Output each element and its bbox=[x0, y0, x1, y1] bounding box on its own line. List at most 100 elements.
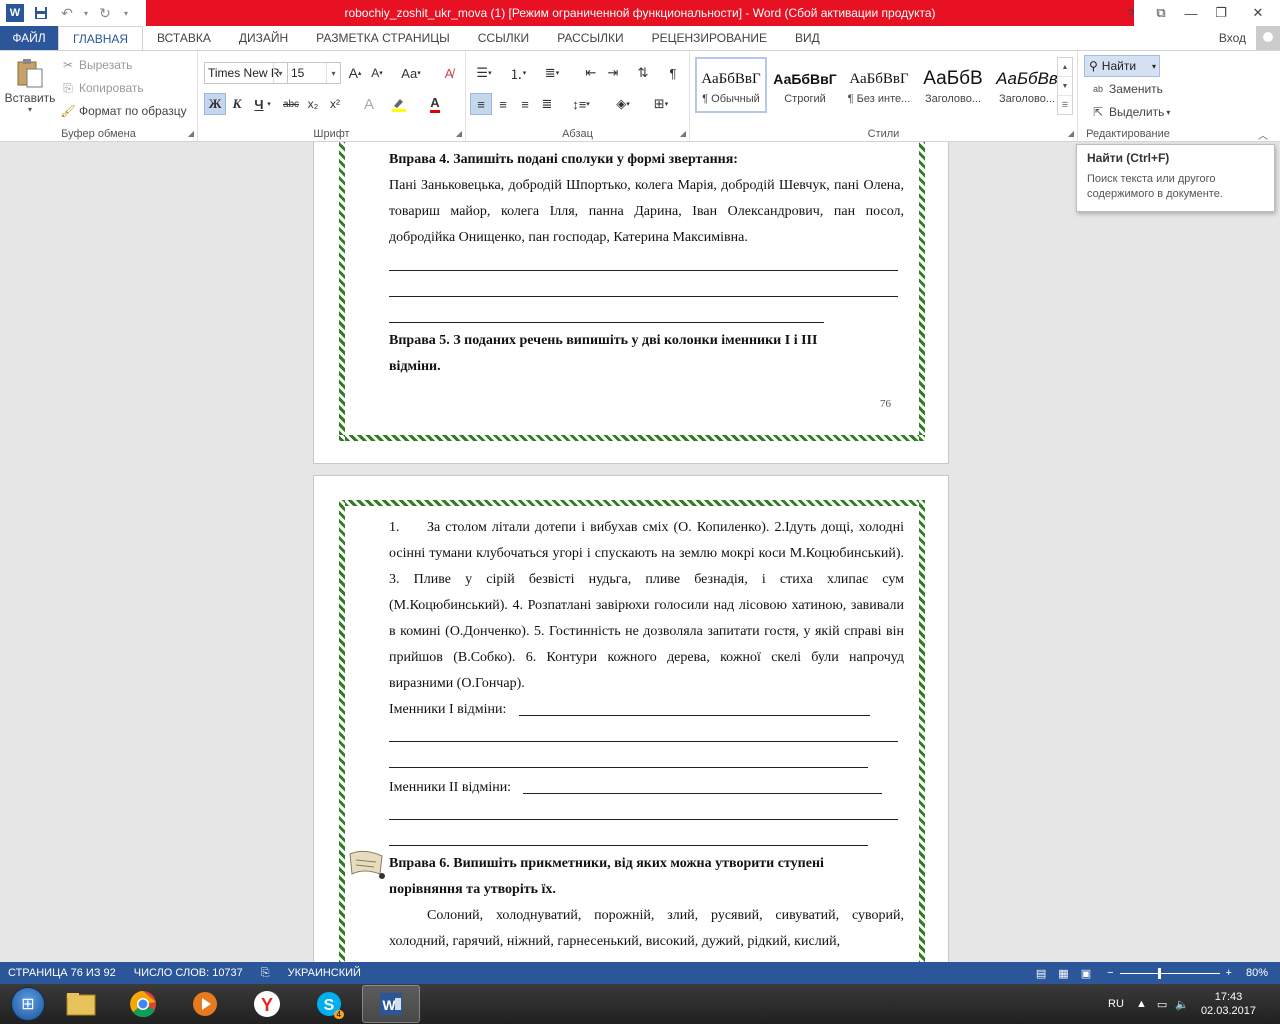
clock[interactable]: 17:43 02.03.2017 bbox=[1201, 990, 1256, 1018]
collapse-ribbon-icon[interactable]: ︿ bbox=[1258, 127, 1268, 142]
input-language[interactable]: RU bbox=[1108, 998, 1124, 1010]
answer-line[interactable] bbox=[389, 767, 868, 768]
subscript-button[interactable]: x₂ bbox=[302, 93, 324, 115]
highlight-icon[interactable] bbox=[388, 93, 410, 115]
tab-references[interactable]: ССЫЛКИ bbox=[464, 26, 543, 50]
answer-line[interactable] bbox=[389, 819, 898, 820]
tray-expand-icon[interactable]: ▲ bbox=[1136, 998, 1147, 1010]
page-count[interactable]: СТРАНИЦА 76 ИЗ 92 bbox=[8, 967, 116, 979]
save-icon[interactable] bbox=[28, 0, 54, 26]
font-name-combo[interactable]: Times New R ▾ bbox=[204, 62, 288, 84]
skype-taskbar-button[interactable]: S 4 bbox=[300, 985, 358, 1023]
align-left-icon[interactable]: ≡ bbox=[470, 93, 492, 115]
help-icon[interactable]: ? bbox=[1116, 0, 1146, 26]
format-painter-button[interactable]: 🖌 Формат по образцу bbox=[60, 103, 186, 119]
style-heading-1[interactable]: АаБбВ Заголово... bbox=[917, 57, 989, 113]
gallery-down-icon[interactable]: ▼ bbox=[1058, 77, 1072, 96]
style-heading-2[interactable]: АаБбВв Заголово... bbox=[991, 57, 1063, 113]
justify-icon[interactable]: ≣ bbox=[536, 93, 558, 115]
font-name-dropdown-icon[interactable]: ▾ bbox=[273, 63, 287, 83]
bold-button[interactable]: Ж bbox=[204, 93, 226, 115]
restore-button[interactable]: ❐ bbox=[1206, 0, 1236, 26]
increase-indent-icon[interactable]: ⇥ bbox=[602, 62, 624, 84]
web-layout-icon[interactable]: ▣ bbox=[1081, 967, 1091, 980]
replace-button[interactable]: ab Заменить bbox=[1090, 81, 1163, 97]
copy-button[interactable]: ⎘ Копировать bbox=[60, 80, 143, 96]
font-color-icon[interactable]: A bbox=[424, 93, 446, 115]
minimize-button[interactable]: — bbox=[1176, 0, 1206, 26]
pilcrow-icon[interactable]: ¶ bbox=[662, 62, 684, 84]
avatar[interactable] bbox=[1256, 26, 1280, 50]
ribbon-display-icon[interactable]: ⧉ bbox=[1146, 0, 1176, 26]
word-taskbar-button[interactable]: W bbox=[362, 985, 420, 1023]
word-logo-icon[interactable]: W bbox=[6, 4, 24, 22]
line-spacing-icon[interactable]: ↕≡ ▾ bbox=[566, 93, 596, 115]
shrink-font-icon[interactable]: A ▾ bbox=[366, 62, 388, 84]
yandex-taskbar-button[interactable]: Y bbox=[238, 985, 296, 1023]
italic-button[interactable]: К bbox=[226, 93, 248, 115]
font-size-combo[interactable]: 15 ▾ bbox=[287, 62, 341, 84]
zoom-slider[interactable] bbox=[1119, 967, 1220, 979]
sort-icon[interactable]: ⇅ bbox=[632, 62, 654, 84]
tab-view[interactable]: ВИД bbox=[781, 26, 834, 50]
change-case-button[interactable]: Aa ▾ bbox=[396, 62, 426, 84]
undo-icon[interactable]: ↶ bbox=[54, 0, 80, 26]
gallery-up-icon[interactable]: ▲ bbox=[1058, 58, 1072, 77]
start-button[interactable]: ⊞ bbox=[8, 984, 48, 1024]
zoom-in-icon[interactable]: + bbox=[1226, 967, 1232, 979]
text-effects-icon[interactable]: A bbox=[358, 93, 380, 115]
multilevel-list-icon[interactable]: ≣ ▾ bbox=[538, 62, 566, 84]
align-center-icon[interactable]: ≡ bbox=[492, 93, 514, 115]
clipboard-launcher-icon[interactable]: ◢ bbox=[188, 129, 194, 138]
word-count[interactable]: ЧИСЛО СЛОВ: 10737 bbox=[134, 967, 243, 979]
answer-line[interactable] bbox=[389, 322, 824, 323]
media-player-taskbar-button[interactable] bbox=[176, 985, 234, 1023]
network-icon[interactable]: ▭ bbox=[1157, 998, 1167, 1011]
tab-mailings[interactable]: РАССЫЛКИ bbox=[543, 26, 637, 50]
answer-line[interactable] bbox=[389, 270, 898, 271]
strikethrough-button[interactable]: abc bbox=[280, 93, 302, 115]
find-dropdown-icon[interactable]: ▾ bbox=[1152, 62, 1156, 71]
proofing-icon[interactable]: ⎘ bbox=[261, 967, 270, 980]
bullets-icon[interactable]: ☰ ▾ bbox=[470, 62, 498, 84]
paste-button[interactable]: Вставить ▾ bbox=[5, 57, 55, 121]
shading-icon[interactable]: ◈ ▾ bbox=[608, 93, 638, 115]
styles-launcher-icon[interactable]: ◢ bbox=[1068, 129, 1074, 138]
zoom-level[interactable]: 80% bbox=[1246, 967, 1268, 979]
style-strong[interactable]: АаБбВвГ Строгий bbox=[769, 57, 841, 113]
style-no-spacing[interactable]: АаБбВвГ ¶ Без инте... bbox=[843, 57, 915, 113]
style-normal[interactable]: АаБбВвГ ¶ Обычный bbox=[695, 57, 767, 113]
gallery-more-icon[interactable]: ☰ bbox=[1058, 96, 1072, 114]
document-area[interactable]: Вправа 4. Запишіть подані сполуки у форм… bbox=[0, 142, 1280, 962]
answer-line[interactable] bbox=[389, 296, 898, 297]
font-launcher-icon[interactable]: ◢ bbox=[456, 129, 462, 138]
clear-formatting-icon[interactable]: A̸ bbox=[438, 62, 460, 84]
redo-icon[interactable]: ↻ bbox=[92, 0, 118, 26]
zoom-out-icon[interactable]: − bbox=[1107, 967, 1113, 979]
answer-line[interactable] bbox=[389, 741, 898, 742]
cut-button[interactable]: ✂ Вырезать bbox=[60, 57, 132, 73]
sign-in-link[interactable]: Вход bbox=[1219, 31, 1246, 45]
tab-review[interactable]: РЕЦЕНЗИРОВАНИЕ bbox=[638, 26, 781, 50]
font-size-dropdown-icon[interactable]: ▾ bbox=[326, 63, 340, 83]
tab-insert[interactable]: ВСТАВКА bbox=[143, 26, 225, 50]
print-layout-icon[interactable]: ▦ bbox=[1058, 967, 1068, 980]
undo-dropdown-icon[interactable]: ▾ bbox=[80, 0, 92, 26]
tab-design[interactable]: ДИЗАЙН bbox=[225, 26, 302, 50]
customize-qat-icon[interactable]: ▾ bbox=[118, 0, 134, 26]
underline-dropdown-icon[interactable]: ▾ bbox=[264, 93, 274, 115]
align-right-icon[interactable]: ≡ bbox=[514, 93, 536, 115]
borders-icon[interactable]: ⊞ ▾ bbox=[646, 93, 676, 115]
numbering-icon[interactable]: ⒈ ▾ bbox=[504, 62, 532, 84]
select-button[interactable]: ⇱ Выделить ▾ bbox=[1090, 104, 1170, 120]
decrease-indent-icon[interactable]: ⇤ bbox=[580, 62, 602, 84]
paragraph-launcher-icon[interactable]: ◢ bbox=[680, 129, 686, 138]
close-button[interactable]: ✕ bbox=[1236, 0, 1280, 26]
read-mode-icon[interactable]: ▤ bbox=[1036, 967, 1046, 980]
grow-font-icon[interactable]: A ▴ bbox=[344, 62, 366, 84]
volume-icon[interactable]: 🔈 bbox=[1175, 998, 1189, 1011]
answer-line[interactable] bbox=[519, 715, 870, 716]
answer-line[interactable] bbox=[389, 845, 868, 846]
tab-file[interactable]: ФАЙЛ bbox=[0, 26, 58, 50]
answer-line[interactable] bbox=[523, 793, 882, 794]
